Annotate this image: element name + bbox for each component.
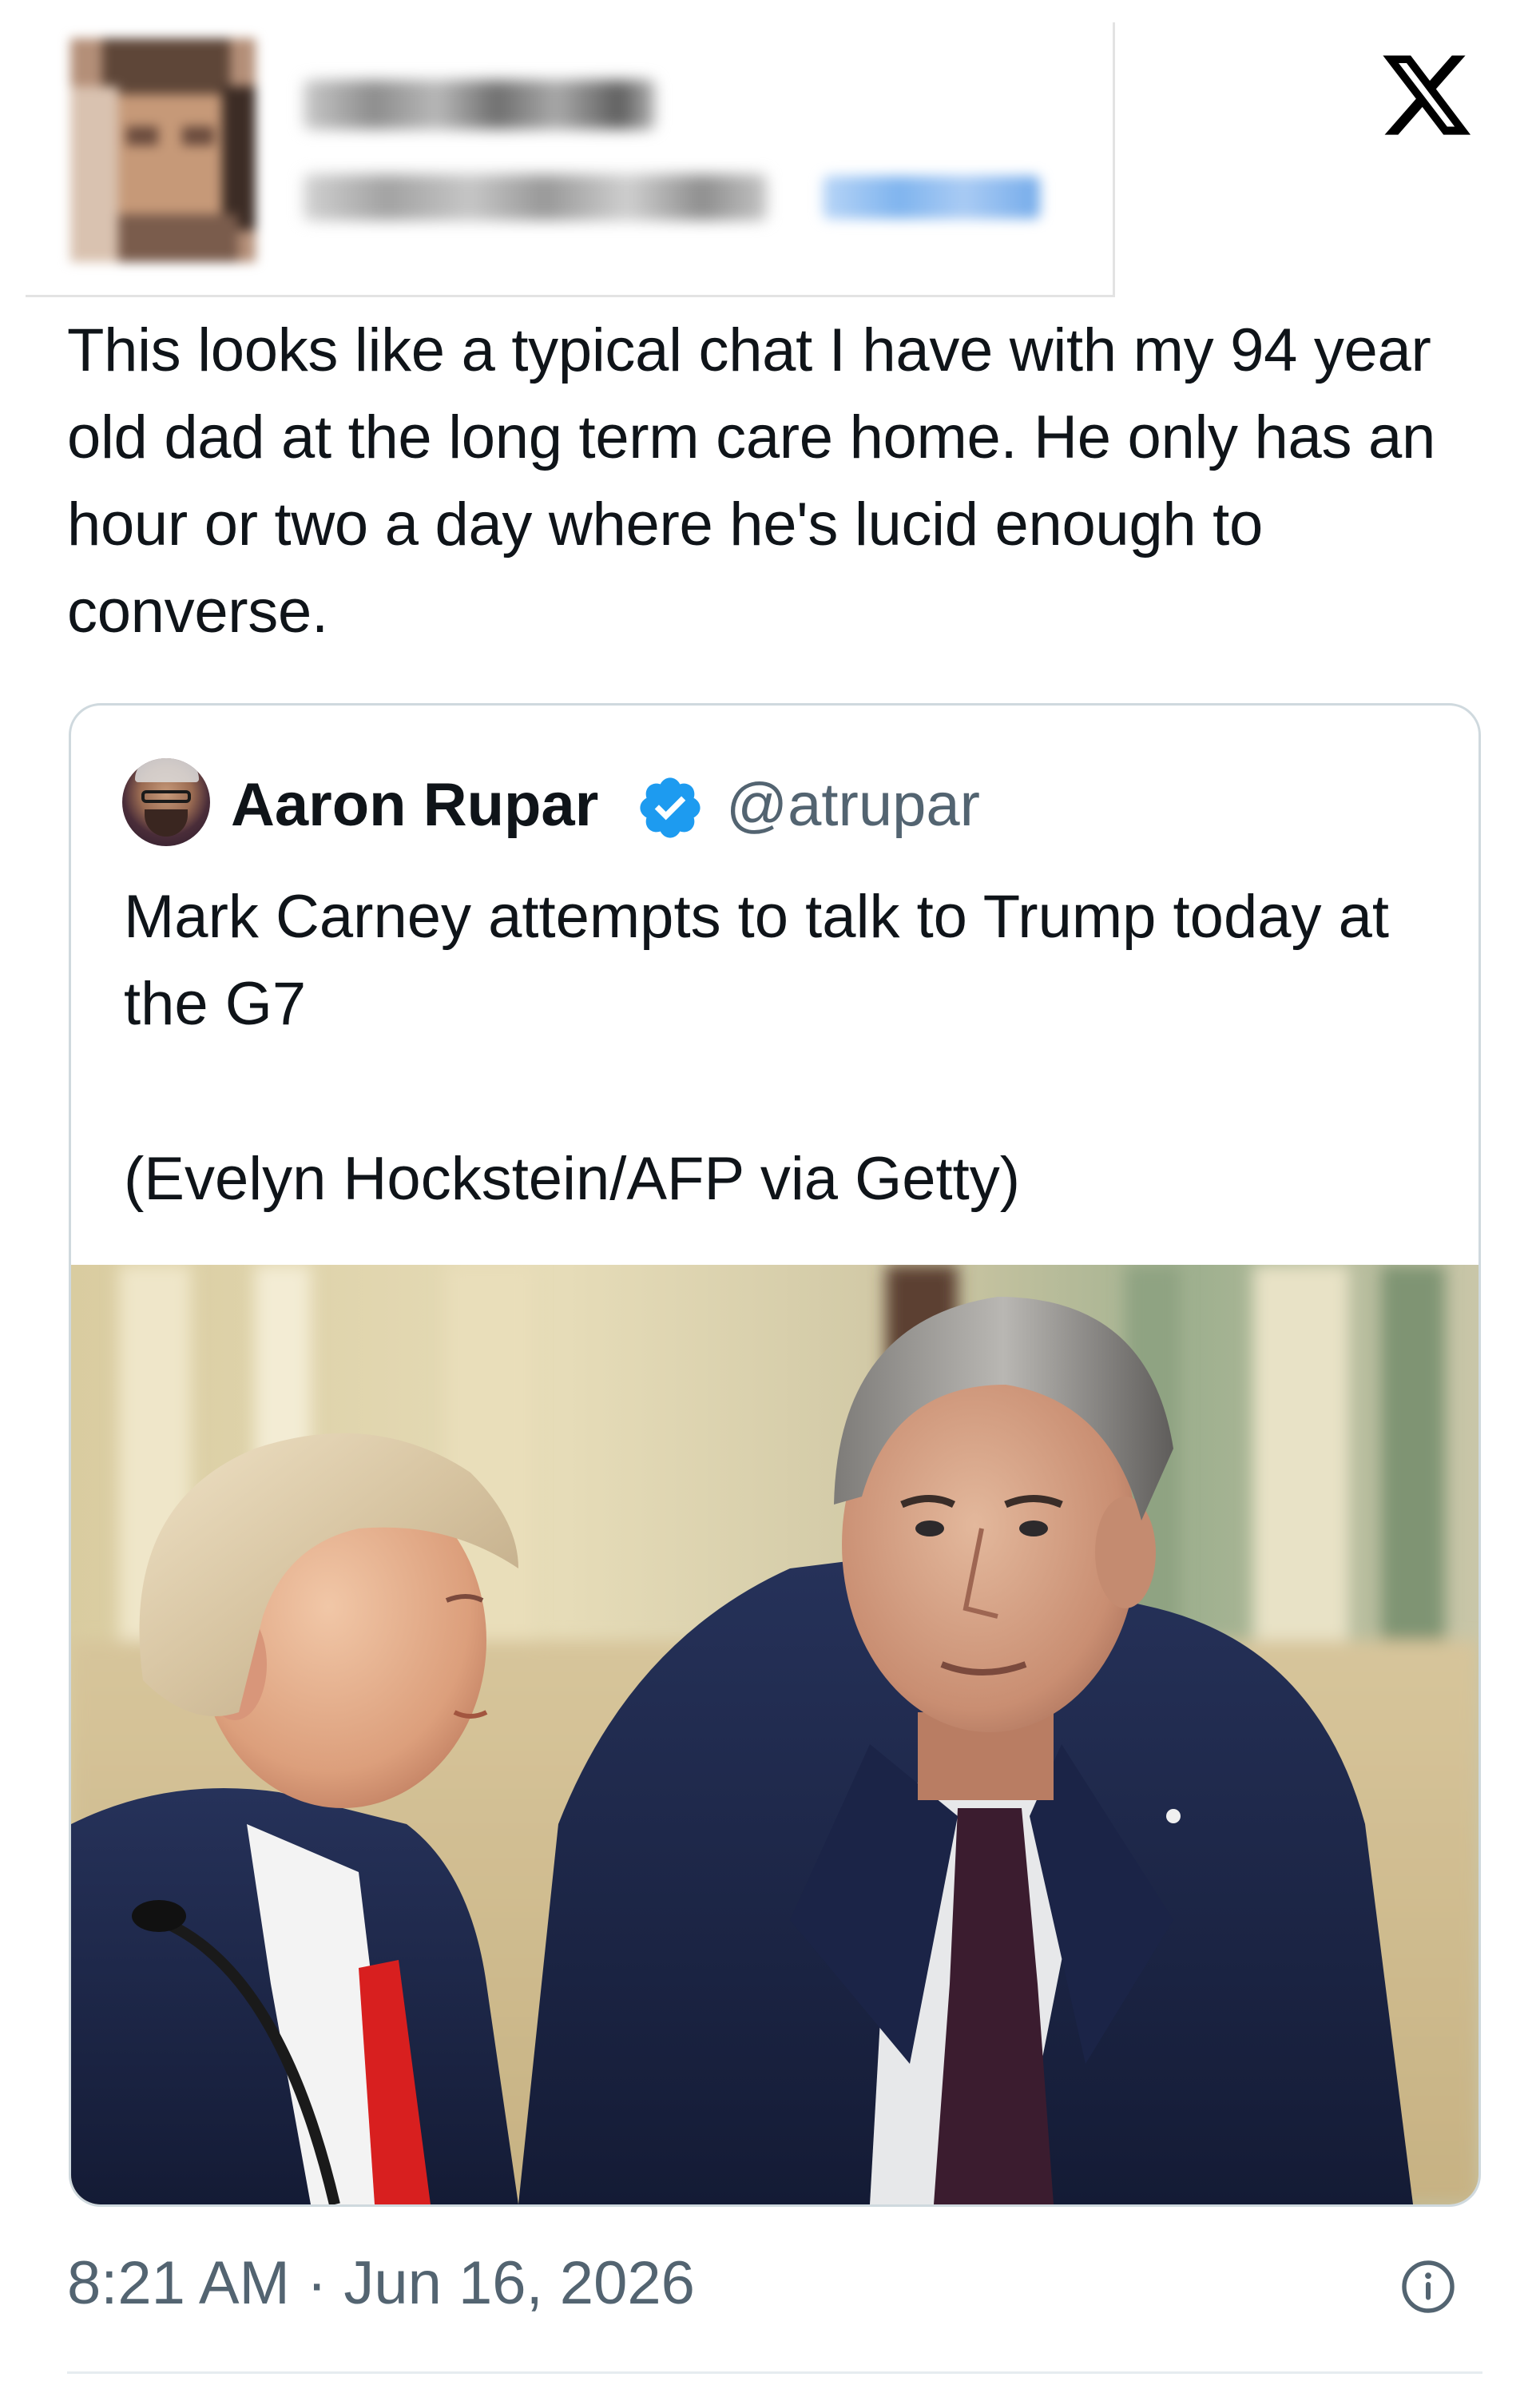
quoted-author-avatar[interactable] xyxy=(122,758,210,846)
quoted-author-handle[interactable]: @atrupar xyxy=(726,769,980,841)
tweet-text: This looks like a typical chat I have wi… xyxy=(67,316,1435,646)
embedded-tweet-card: This looks like a typical chat I have wi… xyxy=(0,0,1540,2397)
tweet-timestamp[interactable]: 8:21 AM · Jun 16, 2026 xyxy=(67,2244,695,2323)
author-handle-redacted[interactable] xyxy=(304,174,767,221)
quoted-tweet-photo[interactable] xyxy=(71,1265,1478,2204)
quoted-tweet-text: Mark Carney attempts to talk to Trump to… xyxy=(124,883,1389,1038)
follow-link-redacted[interactable] xyxy=(823,176,1040,219)
x-logo-icon[interactable] xyxy=(1377,46,1476,144)
verified-badge-icon xyxy=(640,777,701,838)
quoted-tweet[interactable]: Aaron Rupar @atrupar Mark Carney attempt… xyxy=(69,703,1481,2207)
info-icon[interactable] xyxy=(1399,2258,1457,2316)
photo-credit-caption: (Evelyn Hockstein/AFP via Getty) xyxy=(124,1145,1021,1213)
author-avatar[interactable] xyxy=(70,38,256,262)
quoted-author-name[interactable]: Aaron Rupar xyxy=(231,769,598,841)
author-name-redacted[interactable] xyxy=(304,80,655,129)
footer-divider xyxy=(67,2371,1482,2374)
